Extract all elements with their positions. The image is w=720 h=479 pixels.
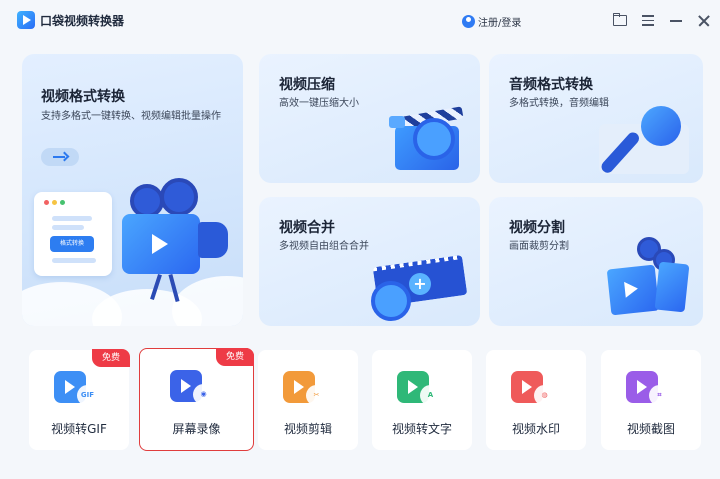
card-desc: 画面裁剪分割 <box>509 241 569 252</box>
login-link[interactable]: 注册/登录 <box>462 13 521 29</box>
tool-video-to-text[interactable]: A 视频转文字 <box>372 350 472 450</box>
dot <box>52 200 57 205</box>
app-title: 口袋视频转换器 <box>40 14 125 28</box>
plus-icon: + <box>409 273 431 295</box>
card-desc: 高效一键压缩大小 <box>279 98 359 109</box>
compress-arrow-icon <box>389 116 405 128</box>
card-title: 视频合并 <box>279 220 335 236</box>
watermark-icon: ◍ <box>534 385 555 406</box>
play-icon <box>624 280 639 298</box>
title-bar: 口袋视频转换器 注册/登录 <box>0 0 720 42</box>
camera-reel-icon <box>130 184 164 218</box>
film-reel-icon <box>371 281 411 321</box>
menu-icon[interactable] <box>640 12 656 28</box>
tool-video-screenshot[interactable]: ⌗ 视频截图 <box>601 350 701 450</box>
login-label: 注册/登录 <box>478 17 522 29</box>
bar <box>52 216 92 221</box>
card-video-format-convert[interactable]: 视频格式转换 支持多格式一键转换、视频编辑批量操作 格式转换 <box>22 54 243 326</box>
card-desc: 多视频自由组合合并 <box>279 241 369 252</box>
tool-label: 视频截图 <box>626 422 675 436</box>
user-icon <box>462 14 475 28</box>
microphone-icon <box>641 106 681 146</box>
tool-label: 视频转GIF <box>51 422 107 436</box>
split-right-icon <box>654 261 690 313</box>
card-video-split[interactable]: 视频分割 画面裁剪分割 <box>489 197 703 326</box>
card-title: 音频格式转换 <box>509 77 593 93</box>
tool-video-to-gif[interactable]: GIF 免费 视频转GIF <box>29 349 130 450</box>
camera-lens-icon <box>198 222 228 258</box>
close-icon[interactable] <box>696 12 712 28</box>
minimize-icon[interactable] <box>668 12 684 28</box>
mini-window-illustration: 格式转换 <box>34 192 112 276</box>
tool-video-watermark[interactable]: ◍ 视频水印 <box>486 350 586 450</box>
record-icon: ◉ <box>193 384 214 405</box>
tool-screen-record[interactable]: ◉ 免费 屏幕录像 <box>139 348 254 451</box>
text-icon: A <box>420 385 441 406</box>
tool-label: 屏幕录像 <box>172 422 221 436</box>
app-logo-icon <box>17 11 35 29</box>
card-title: 视频压缩 <box>279 77 335 93</box>
card-audio-format-convert[interactable]: 音频格式转换 多格式转换，音频编辑 <box>489 54 703 183</box>
card-desc: 多格式转换，音频编辑 <box>509 98 609 109</box>
crop-icon: ⌗ <box>649 385 670 406</box>
camera-reel-icon <box>160 178 198 216</box>
cloud-decoration <box>172 276 243 326</box>
play-icon <box>152 234 168 254</box>
split-left-icon <box>606 264 660 316</box>
free-badge: 免费 <box>92 349 130 367</box>
tool-label: 视频剪辑 <box>283 422 332 436</box>
card-video-merge[interactable]: 视频合并 多视频自由组合合并 + <box>259 197 480 326</box>
card-title: 视频格式转换 <box>41 89 125 105</box>
folder-icon[interactable] <box>611 12 627 28</box>
tool-video-edit[interactable]: ✂ 视频剪辑 <box>258 350 358 450</box>
video-camera-icon <box>122 214 200 274</box>
dot <box>60 200 65 205</box>
card-video-compress[interactable]: 视频压缩 高效一键压缩大小 <box>259 54 480 183</box>
card-title: 视频分割 <box>509 220 565 236</box>
free-badge: 免费 <box>216 348 254 366</box>
bar <box>52 258 96 263</box>
tool-label: 视频水印 <box>511 422 560 436</box>
scissors-icon: ✂ <box>306 385 327 406</box>
gif-icon: GIF <box>77 385 98 406</box>
dot <box>44 200 49 205</box>
film-reel-icon <box>413 118 455 160</box>
card-desc: 支持多格式一键转换、视频编辑批量操作 <box>41 111 221 122</box>
tool-label: 视频转文字 <box>391 422 452 436</box>
mini-convert-button: 格式转换 <box>50 236 94 252</box>
bar <box>52 225 84 230</box>
arrow-right-button[interactable] <box>41 148 79 166</box>
